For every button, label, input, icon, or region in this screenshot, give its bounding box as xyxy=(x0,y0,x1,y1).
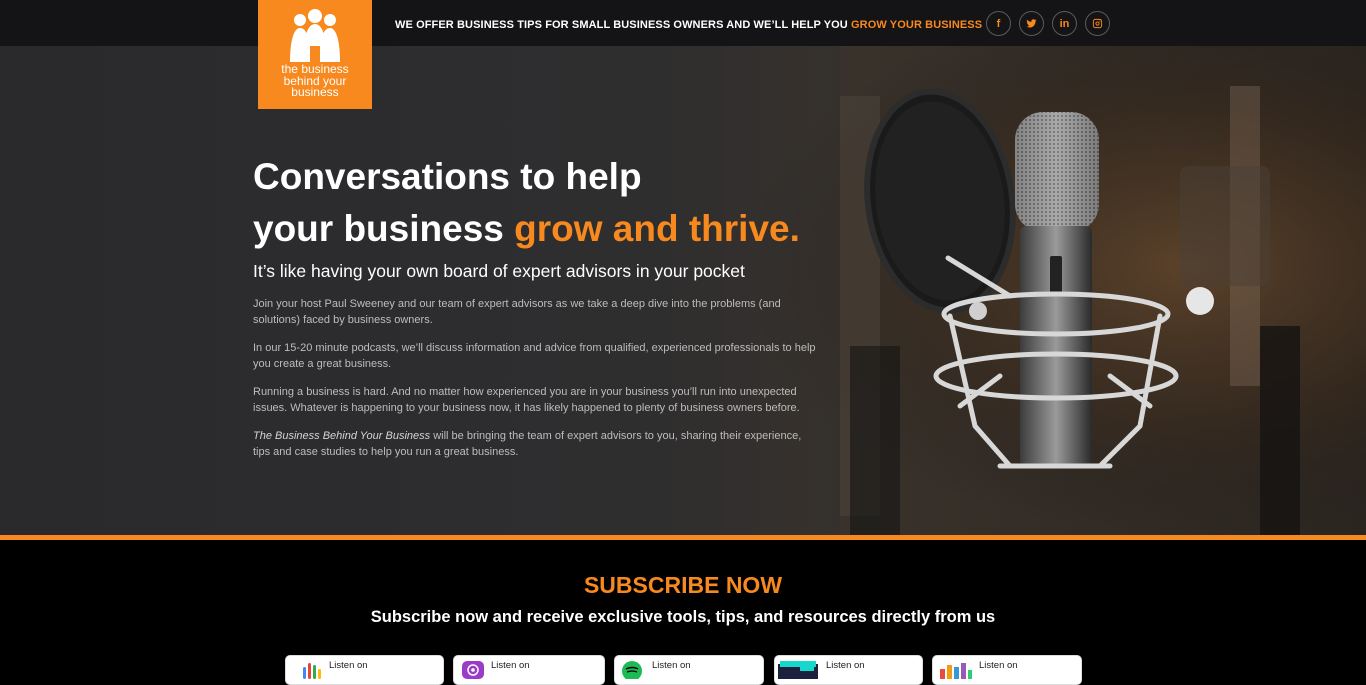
subscribe-subtitle: Subscribe now and receive exclusive tool… xyxy=(370,608,996,626)
podcast-app-button[interactable]: Listen on xyxy=(932,655,1082,685)
google-podcasts-icon xyxy=(303,663,321,679)
subscribe-title: SUBSCRIBE NOW xyxy=(583,572,783,598)
hero-paragraph: In our 15-20 minute podcasts, we’ll disc… xyxy=(253,342,816,370)
hero-paragraph: Running a business is hard. And no matte… xyxy=(253,386,800,414)
topbar-message-text: WE OFFER BUSINESS TIPS FOR SMALL BUSINES… xyxy=(395,19,852,31)
logo-text: the business behind your business xyxy=(281,62,349,99)
hero-tagline: It’s like having your own board of exper… xyxy=(253,261,745,281)
linkedin-icon: in xyxy=(1059,17,1070,30)
spotify-button[interactable]: Listen on xyxy=(614,655,764,685)
podcast-name: The Business Behind Your Business xyxy=(253,430,431,442)
hero-paragraph: Join your host Paul Sweeney and our team… xyxy=(253,298,781,326)
top-bar: WE OFFER BUSINESS TIPS FOR SMALL BUSINES… xyxy=(0,0,1366,46)
tunein-button[interactable]: Listen on xyxy=(774,655,923,685)
subscribe-section: SUBSCRIBE NOW Subscribe now and receive … xyxy=(0,540,1366,685)
topbar-message: WE OFFER BUSINESS TIPS FOR SMALL BUSINES… xyxy=(395,19,982,31)
instagram-icon xyxy=(1092,18,1103,29)
apple-podcasts-button[interactable]: Listen on xyxy=(453,655,605,685)
spotify-icon xyxy=(622,661,642,679)
hero-heading: Conversations to help your business grow… xyxy=(253,151,823,255)
instagram-link[interactable] xyxy=(1085,11,1110,36)
hero-paragraph: The Business Behind Your Business will b… xyxy=(253,430,802,458)
twitter-link[interactable] xyxy=(1019,11,1044,36)
google-podcasts-button[interactable]: Listen on xyxy=(285,655,444,685)
hero-heading-line2: your business xyxy=(253,208,515,249)
site-logo[interactable]: the business behind your business xyxy=(258,0,372,109)
people-logo-icon xyxy=(290,9,340,62)
apple-podcasts-icon xyxy=(462,661,484,679)
facebook-link[interactable]: f xyxy=(986,11,1011,36)
hero-heading-line1: Conversations to help xyxy=(253,156,642,197)
twitter-icon xyxy=(1026,19,1037,28)
linkedin-link[interactable]: in xyxy=(1052,11,1077,36)
hero-section: Conversations to help your business grow… xyxy=(0,46,1366,535)
social-links: f in xyxy=(986,11,1110,36)
hero-heading-accent: grow and thrive. xyxy=(514,208,800,249)
podcast-bars-icon xyxy=(940,663,972,679)
tunein-icon xyxy=(778,661,818,679)
topbar-message-highlight: GROW YOUR BUSINESS xyxy=(851,19,983,31)
facebook-icon: f xyxy=(996,17,1001,30)
hero-content: Conversations to help your business grow… xyxy=(253,151,823,460)
